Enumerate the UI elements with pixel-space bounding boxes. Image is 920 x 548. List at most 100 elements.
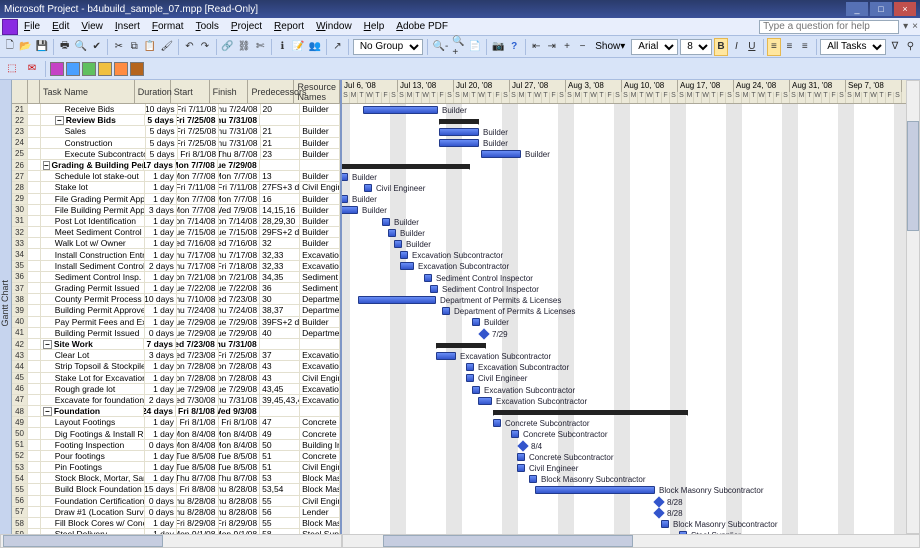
- cell-duration[interactable]: 5 days: [145, 115, 176, 125]
- cell-name[interactable]: −Review Bids: [41, 115, 146, 125]
- cell-finish[interactable]: Mon 8/4/08: [219, 428, 261, 438]
- gantt-task-bar[interactable]: [342, 206, 358, 214]
- cell-duration[interactable]: 3 days: [145, 205, 176, 215]
- cell-start[interactable]: Mon 7/14/08: [177, 216, 219, 226]
- cell-pred[interactable]: 39FS+2 days: [260, 317, 300, 327]
- cell-res[interactable]: Lender: [300, 507, 340, 517]
- col-finish[interactable]: Finish: [210, 80, 249, 103]
- gantt-milestone[interactable]: [517, 440, 528, 451]
- cell-pred[interactable]: 53,54: [260, 484, 300, 494]
- gantt-task-bar[interactable]: [439, 139, 479, 147]
- spellcheck-icon[interactable]: ✔: [90, 38, 103, 56]
- cell-name[interactable]: Draw #1 (Location Survey): [41, 507, 146, 517]
- cell-name[interactable]: −Foundation: [41, 406, 145, 416]
- cell-duration[interactable]: 1 day: [145, 417, 176, 427]
- cell-pred[interactable]: 40: [260, 328, 300, 338]
- cell-res[interactable]: Department o: [300, 305, 340, 315]
- menu-window[interactable]: Window: [310, 19, 358, 34]
- cell-name[interactable]: Footing Inspection: [41, 440, 146, 450]
- cell-finish[interactable]: Fri 7/11/08: [219, 182, 261, 192]
- gantt-task-bar[interactable]: [424, 274, 432, 282]
- cut-icon[interactable]: ✂: [112, 38, 125, 56]
- cell-pred[interactable]: [260, 160, 300, 170]
- cell-start[interactable]: Fri 8/1/08: [176, 406, 218, 416]
- cell-res[interactable]: Block Mason: [300, 484, 340, 494]
- cell-name[interactable]: Excavate for foundation: [41, 395, 146, 405]
- cell-name[interactable]: Meet Sediment Control Inspector: [41, 227, 146, 237]
- show-menu[interactable]: Show▾: [591, 41, 629, 52]
- cell-finish[interactable]: Thu 7/31/08: [219, 126, 260, 136]
- gantt-task-bar[interactable]: [517, 453, 525, 461]
- cell-start[interactable]: Mon 8/4/08: [177, 440, 219, 450]
- cell-start[interactable]: Tue 7/15/08: [177, 227, 219, 237]
- save-icon[interactable]: 💾: [35, 38, 49, 56]
- table-row[interactable]: 58Fill Block Cores w/ Concrete1 dayFri 8…: [12, 518, 340, 529]
- cell-res[interactable]: Excavation S: [300, 249, 340, 259]
- cell-start[interactable]: Thu 8/28/08: [177, 507, 219, 517]
- cell-duration[interactable]: 1 day: [145, 384, 176, 394]
- col-pred[interactable]: Predecessors: [248, 80, 294, 103]
- underline-icon[interactable]: U: [745, 38, 758, 56]
- menu-project[interactable]: Project: [225, 19, 268, 34]
- cell-res[interactable]: Concrete Su: [300, 451, 340, 461]
- cell-name[interactable]: Receive Bids: [41, 104, 147, 114]
- swatch-brown[interactable]: [130, 62, 144, 76]
- cell-name[interactable]: Fill Block Cores w/ Concrete: [41, 518, 146, 528]
- cell-pred[interactable]: 43: [260, 361, 300, 371]
- new-icon[interactable]: 🗋: [3, 38, 16, 56]
- cell-duration[interactable]: 1 day: [145, 272, 176, 282]
- cell-pred[interactable]: 43,45: [260, 384, 300, 394]
- cell-duration[interactable]: 2 days: [145, 395, 176, 405]
- cell-finish[interactable]: Wed 7/9/08: [219, 205, 261, 215]
- cell-start[interactable]: Mon 7/28/08: [177, 361, 219, 371]
- cell-name[interactable]: Build Block Foundation: [41, 484, 146, 494]
- group-select[interactable]: No Group: [353, 39, 423, 55]
- cell-finish[interactable]: Tue 8/5/08: [219, 451, 261, 461]
- cell-duration[interactable]: 1 day: [145, 194, 176, 204]
- paste-icon[interactable]: 📋: [143, 38, 157, 56]
- col-indicators[interactable]: [28, 80, 40, 103]
- cell-name[interactable]: Install Sediment Controls: [41, 261, 146, 271]
- cell-duration[interactable]: 1 day: [145, 317, 176, 327]
- cell-duration[interactable]: 17 days: [144, 160, 176, 170]
- align-left-icon[interactable]: ≡: [767, 38, 780, 56]
- help-icon[interactable]: ?: [507, 38, 520, 56]
- table-row[interactable]: 54Stock Block, Mortar, Sand1 dayThu 8/7/…: [12, 473, 340, 484]
- copy-picture-icon[interactable]: 📷: [491, 38, 505, 56]
- cell-name[interactable]: Walk Lot w/ Owner: [41, 238, 146, 248]
- cell-duration[interactable]: 3 days: [145, 350, 176, 360]
- cell-start[interactable]: Fri 7/25/08: [178, 138, 219, 148]
- cell-finish[interactable]: Thu 7/24/08: [219, 305, 261, 315]
- gantt-task-bar[interactable]: [342, 173, 348, 181]
- format-painter-icon[interactable]: 🖌: [159, 38, 174, 56]
- cell-res[interactable]: Civil Enginee: [300, 462, 340, 472]
- gantt-task-bar[interactable]: [439, 128, 479, 136]
- cell-finish[interactable]: Tue 7/29/08: [218, 160, 260, 170]
- table-row[interactable]: 22−Review Bids5 daysFri 7/25/08Thu 7/31/…: [12, 115, 340, 126]
- cell-name[interactable]: Construction: [41, 138, 147, 148]
- cell-finish[interactable]: Tue 7/29/08: [219, 328, 261, 338]
- cell-finish[interactable]: Tue 7/15/08: [219, 227, 261, 237]
- gantt-task-bar[interactable]: [388, 229, 396, 237]
- italic-icon[interactable]: I: [730, 38, 743, 56]
- cell-pred[interactable]: 53: [260, 473, 300, 483]
- cell-finish[interactable]: Thu 7/24/08: [219, 104, 260, 114]
- cell-finish[interactable]: Fri 7/25/08: [219, 350, 261, 360]
- cell-start[interactable]: Mon 7/7/08: [177, 171, 219, 181]
- table-row[interactable]: 50Dig Footings & Install Reinforcing1 da…: [12, 428, 340, 439]
- gantt-task-bar[interactable]: [342, 195, 348, 203]
- gantt-summary-bar[interactable]: [493, 410, 688, 415]
- bold-icon[interactable]: B: [714, 38, 727, 56]
- cell-start[interactable]: Tue 8/5/08: [177, 462, 219, 472]
- cell-start[interactable]: Fri 8/8/08: [177, 484, 219, 494]
- cell-duration[interactable]: 0 days: [145, 496, 176, 506]
- cell-res[interactable]: Sediment Co: [300, 283, 340, 293]
- cell-name[interactable]: Rough grade lot: [41, 384, 146, 394]
- cell-name[interactable]: Sales: [41, 126, 147, 136]
- cell-name[interactable]: Dig Footings & Install Reinforcing: [41, 428, 146, 438]
- cell-finish[interactable]: Thu 8/7/08: [219, 473, 261, 483]
- cell-start[interactable]: Thu 8/28/08: [177, 496, 219, 506]
- table-row[interactable]: 27Schedule lot stake-out1 dayMon 7/7/08M…: [12, 171, 340, 182]
- gantt-body[interactable]: BuilderBuilderBuilderBuilderBuilderCivil…: [342, 104, 920, 534]
- table-row[interactable]: 36Sediment Control Insp.1 dayMon 7/21/08…: [12, 272, 340, 283]
